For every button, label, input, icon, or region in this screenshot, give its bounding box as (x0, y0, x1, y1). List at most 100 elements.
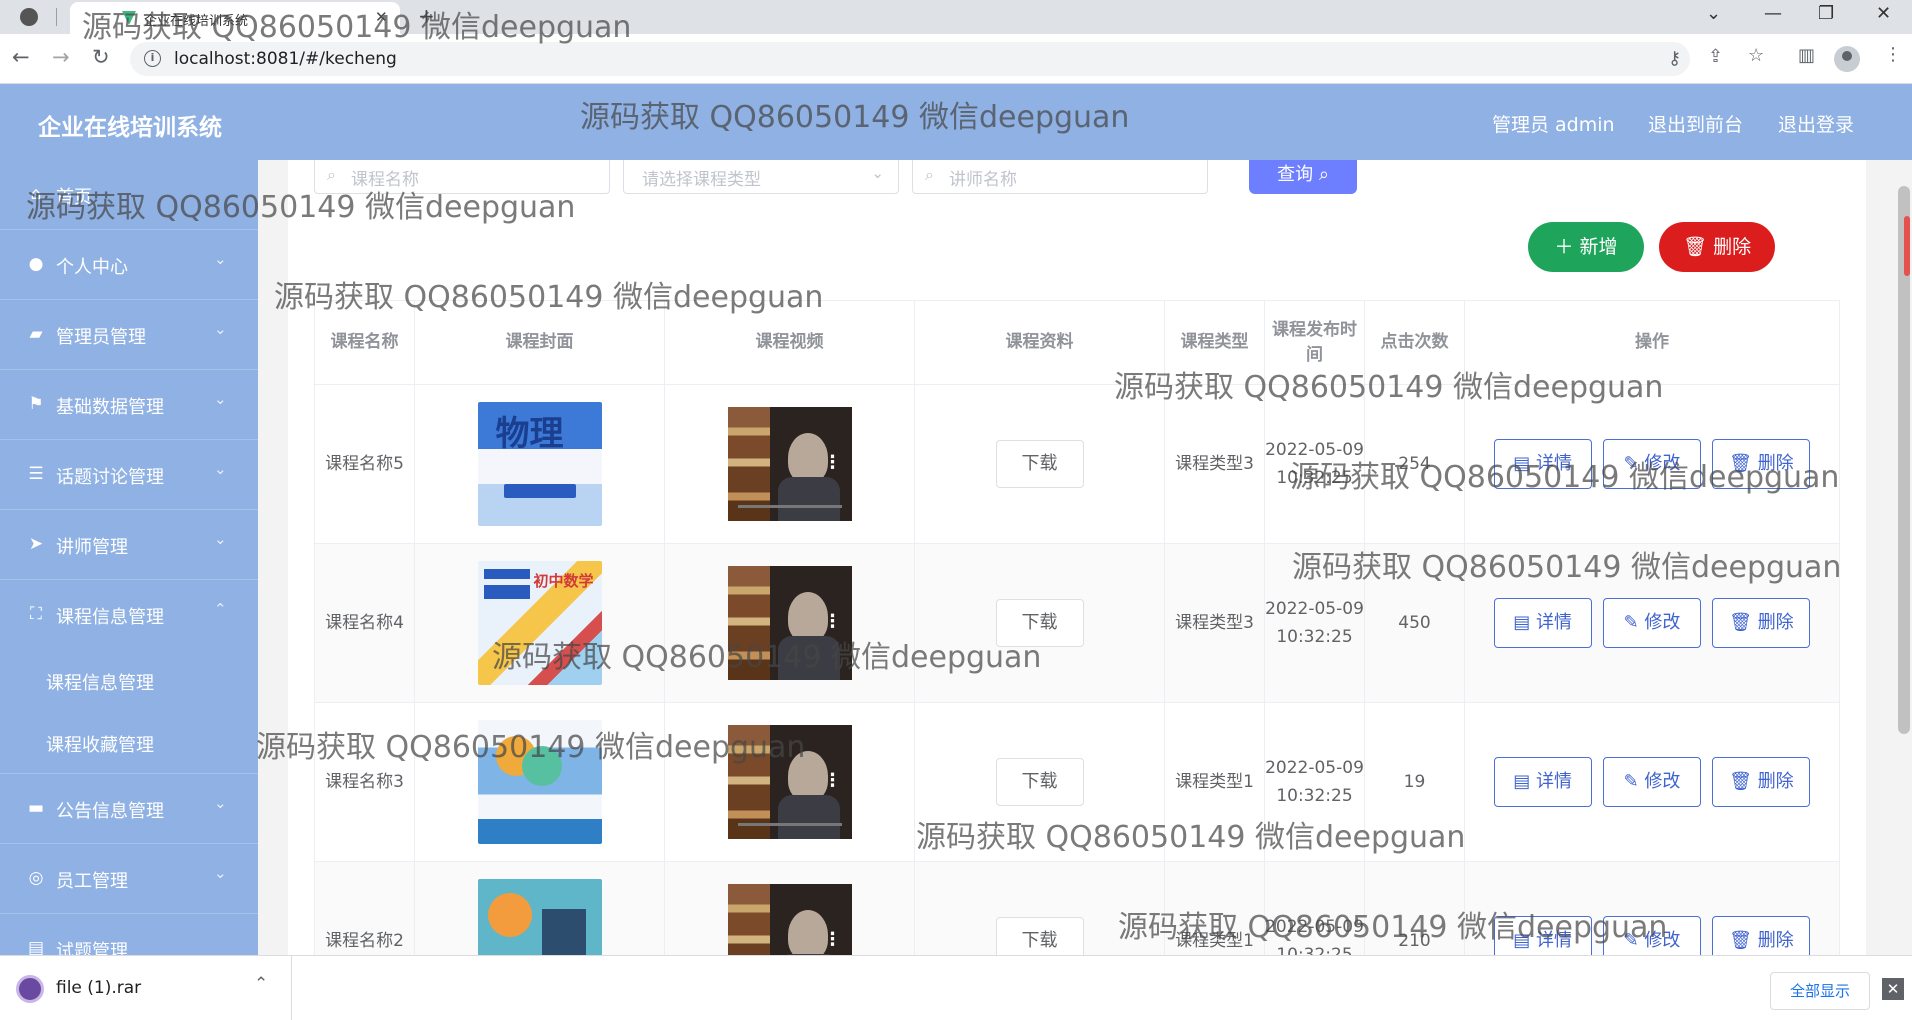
chevron-down-icon: ⌄ (214, 530, 227, 548)
operations-cell: ▤ 详情 ✎ 修改 🗑 删除 (1464, 384, 1840, 544)
detail-button[interactable]: ▤ 详情 (1493, 439, 1592, 489)
admin-user-label: 管理员 admin (1492, 114, 1615, 136)
batch-delete-button[interactable]: 🗑 删除 (1659, 222, 1775, 272)
trash-icon: 🗑 (1729, 930, 1758, 951)
download-button[interactable]: 下载 (995, 758, 1084, 806)
detail-button[interactable]: ▤ 详情 (1493, 598, 1592, 648)
col-header-type[interactable]: 课程类型 (1164, 300, 1265, 385)
course-video-player[interactable]: ⋮ (727, 407, 852, 521)
sidebar-item-admin-management[interactable]: ▰ 管理员管理 ⌄ (0, 300, 258, 370)
col-header-course-name[interactable]: 课程名称 (314, 300, 415, 385)
maximize-icon[interactable]: ❐ (1818, 3, 1834, 24)
side-panel-icon[interactable]: ▥ (1798, 45, 1815, 66)
scroll-indicator (1904, 216, 1910, 276)
sidebar-subitem-course-info[interactable]: 课程信息管理 (0, 650, 258, 712)
browser-tab-bar: 企业在线培训系统 ✕ + ⌄ — ❐ ✕ (0, 0, 1912, 34)
video-menu-icon[interactable]: ⋮ (824, 767, 842, 795)
col-header-clicks[interactable]: 点击次数 (1364, 300, 1465, 385)
profile-avatar[interactable] (1834, 46, 1860, 72)
col-header-publish-time[interactable]: 课程发布时间 (1264, 300, 1365, 385)
add-button-label: 新增 (1579, 236, 1618, 258)
browser-menu-icon[interactable] (20, 8, 38, 26)
sidebar-item-label: 基础数据管理 (56, 397, 164, 418)
course-video-player[interactable]: ⋮ (727, 566, 852, 680)
delete-button[interactable]: 🗑 删除 (1712, 757, 1811, 807)
url-text[interactable]: localhost:8081/#/kecheng (174, 49, 397, 69)
tab-search-icon[interactable]: ⌄ (1706, 3, 1721, 24)
edit-label: 修改 (1644, 771, 1681, 792)
course-name-cell: 课程名称3 (314, 702, 415, 862)
delete-button[interactable]: 🗑 删除 (1712, 439, 1811, 489)
browser-more-icon[interactable]: ⋮ (1884, 44, 1902, 65)
download-button[interactable]: 下载 (995, 917, 1084, 955)
edit-button[interactable]: ✎ 修改 (1603, 757, 1701, 807)
forward-icon[interactable]: → (52, 45, 70, 69)
edit-button[interactable]: ✎ 修改 (1603, 598, 1701, 648)
sidebar-item-personal-center[interactable]: ● 个人中心 ⌄ (0, 230, 258, 300)
course-cover-image[interactable] (477, 879, 602, 955)
sidebar-item-topic-discussion[interactable]: ☰ 话题讨论管理 ⌄ (0, 440, 258, 510)
course-type-placeholder: 请选择课程类型 (642, 170, 761, 190)
delete-label: 删除 (1757, 612, 1794, 633)
exit-to-front-link[interactable]: 退出到前台 (1648, 110, 1743, 137)
sidebar-item-question-management[interactable]: ▤ 试题管理 (0, 914, 258, 955)
key-icon[interactable]: ⚷ (1668, 48, 1681, 69)
share-icon[interactable]: ⇪ (1708, 46, 1723, 67)
tab-close-icon[interactable]: ✕ (375, 8, 388, 26)
course-video-player[interactable]: ⋮ (727, 725, 852, 839)
document-icon: ▤ (1513, 453, 1536, 474)
sidebar-item-label: 话题讨论管理 (56, 467, 164, 488)
detail-label: 详情 (1535, 771, 1572, 792)
teacher-name-search-input[interactable]: ⌕ 讲师名称 (912, 160, 1208, 194)
publish-time-cell: 2022-05-09 10:32:25 (1264, 384, 1365, 544)
edit-button[interactable]: ✎ 修改 (1603, 916, 1701, 955)
course-cover-image[interactable]: 初中数学 (477, 561, 602, 685)
col-header-material[interactable]: 课程资料 (914, 300, 1165, 385)
plus-icon: ＋ (1554, 236, 1574, 258)
sidebar-item-employee-management[interactable]: ◎ 员工管理 ⌄ (0, 844, 258, 914)
course-video-player[interactable]: ⋮ (727, 884, 852, 955)
add-button[interactable]: ＋ 新增 (1528, 222, 1644, 272)
edit-button[interactable]: ✎ 修改 (1603, 439, 1701, 489)
course-name-search-input[interactable]: ⌕ 课程名称 (314, 160, 610, 194)
sidebar-subitem-course-favorites[interactable]: 课程收藏管理 (0, 712, 258, 774)
course-video-cell: ⋮ (664, 543, 915, 703)
logout-link[interactable]: 退出登录 (1778, 110, 1854, 137)
star-icon[interactable]: ☆ (1748, 45, 1764, 66)
course-cover-image[interactable] (477, 720, 602, 844)
sidebar-item-course-info[interactable]: ⛶ 课程信息管理 ⌃ (0, 580, 258, 650)
flag-icon: ⚑ (28, 394, 44, 414)
site-info-icon[interactable]: i (144, 50, 161, 67)
click-count-cell: 210 (1364, 861, 1465, 955)
address-bar: ← → ↻ i localhost:8081/#/kecheng ⚷ ⇪ ☆ ▥… (0, 34, 1912, 84)
delete-button[interactable]: 🗑 删除 (1712, 916, 1811, 955)
back-icon[interactable]: ← (12, 45, 30, 69)
query-button[interactable]: 查询 ⌕ (1249, 160, 1357, 194)
reload-icon[interactable]: ↻ (92, 45, 110, 69)
delete-button[interactable]: 🗑 删除 (1712, 598, 1811, 648)
video-menu-icon[interactable]: ⋮ (824, 608, 842, 636)
sidebar-item-teacher-management[interactable]: ➤ 讲师管理 ⌄ (0, 510, 258, 580)
close-download-bar-icon[interactable]: ✕ (1882, 978, 1904, 1000)
new-tab-icon[interactable]: + (418, 4, 435, 28)
course-type-select[interactable]: 请选择课程类型 ⌄ (623, 160, 899, 194)
col-header-cover[interactable]: 课程封面 (414, 300, 665, 385)
download-item[interactable]: file (1).rar ⌃ (0, 956, 292, 1020)
sidebar-item-announcement[interactable]: ▬ 公告信息管理 ⌄ (0, 774, 258, 844)
sidebar-item-home[interactable]: ⌂ 首页 (0, 160, 258, 230)
sidebar-item-basic-data[interactable]: ⚑ 基础数据管理 ⌄ (0, 370, 258, 440)
col-header-video[interactable]: 课程视频 (664, 300, 915, 385)
url-omnibox[interactable]: i localhost:8081/#/kecheng ⚷ (130, 42, 1690, 76)
window-close-icon[interactable]: ✕ (1876, 3, 1891, 24)
download-button[interactable]: 下载 (995, 440, 1084, 488)
chevron-up-icon[interactable]: ⌃ (254, 974, 268, 994)
detail-button[interactable]: ▤ 详情 (1493, 757, 1592, 807)
video-menu-icon[interactable]: ⋮ (824, 449, 842, 477)
download-button[interactable]: 下载 (995, 599, 1084, 647)
show-all-downloads-button[interactable]: 全部显示 (1770, 972, 1870, 1010)
course-cover-image[interactable]: 物理 (477, 402, 602, 526)
video-menu-icon[interactable]: ⋮ (824, 926, 842, 954)
detail-button[interactable]: ▤ 详情 (1493, 916, 1592, 955)
browser-tab[interactable]: 企业在线培训系统 ✕ (70, 2, 400, 34)
minimize-icon[interactable]: — (1764, 3, 1782, 24)
